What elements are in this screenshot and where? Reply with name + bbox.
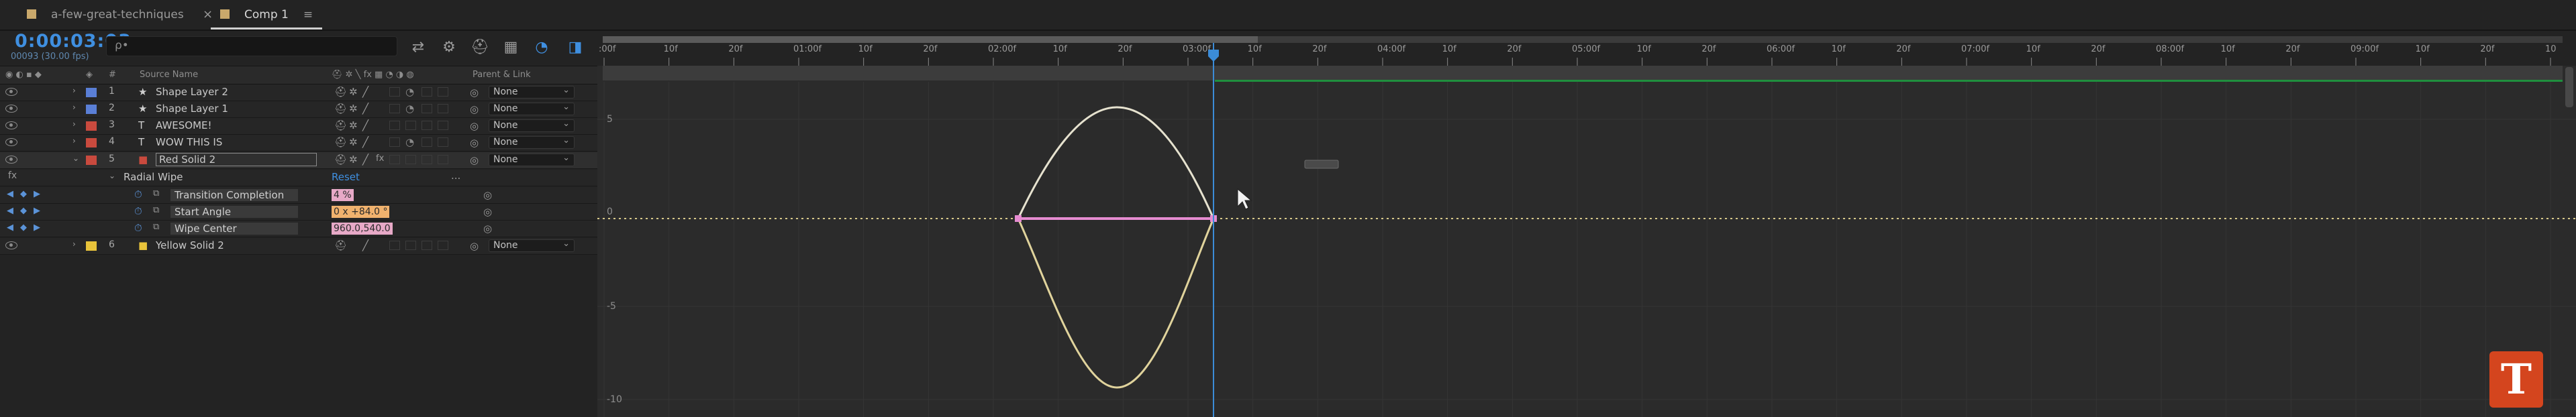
keyframe-marker-start[interactable] xyxy=(1015,215,1022,222)
y-axis-label: -5 xyxy=(607,301,616,312)
snapshot-box[interactable] xyxy=(1304,160,1339,169)
mouse-cursor-icon xyxy=(1237,188,1252,210)
y-axis-label: 0 xyxy=(607,206,613,217)
playhead-handle-icon[interactable] xyxy=(1208,50,1219,62)
graph-svg xyxy=(597,43,2576,417)
y-axis-label: 5 xyxy=(607,114,613,125)
y-axis-label: -10 xyxy=(607,394,622,405)
graph-grid xyxy=(597,58,2576,417)
value-curve-upper[interactable] xyxy=(1017,106,1215,219)
channel-logo: T xyxy=(2489,351,2543,408)
velocity-curve-lower[interactable] xyxy=(1017,218,1215,389)
